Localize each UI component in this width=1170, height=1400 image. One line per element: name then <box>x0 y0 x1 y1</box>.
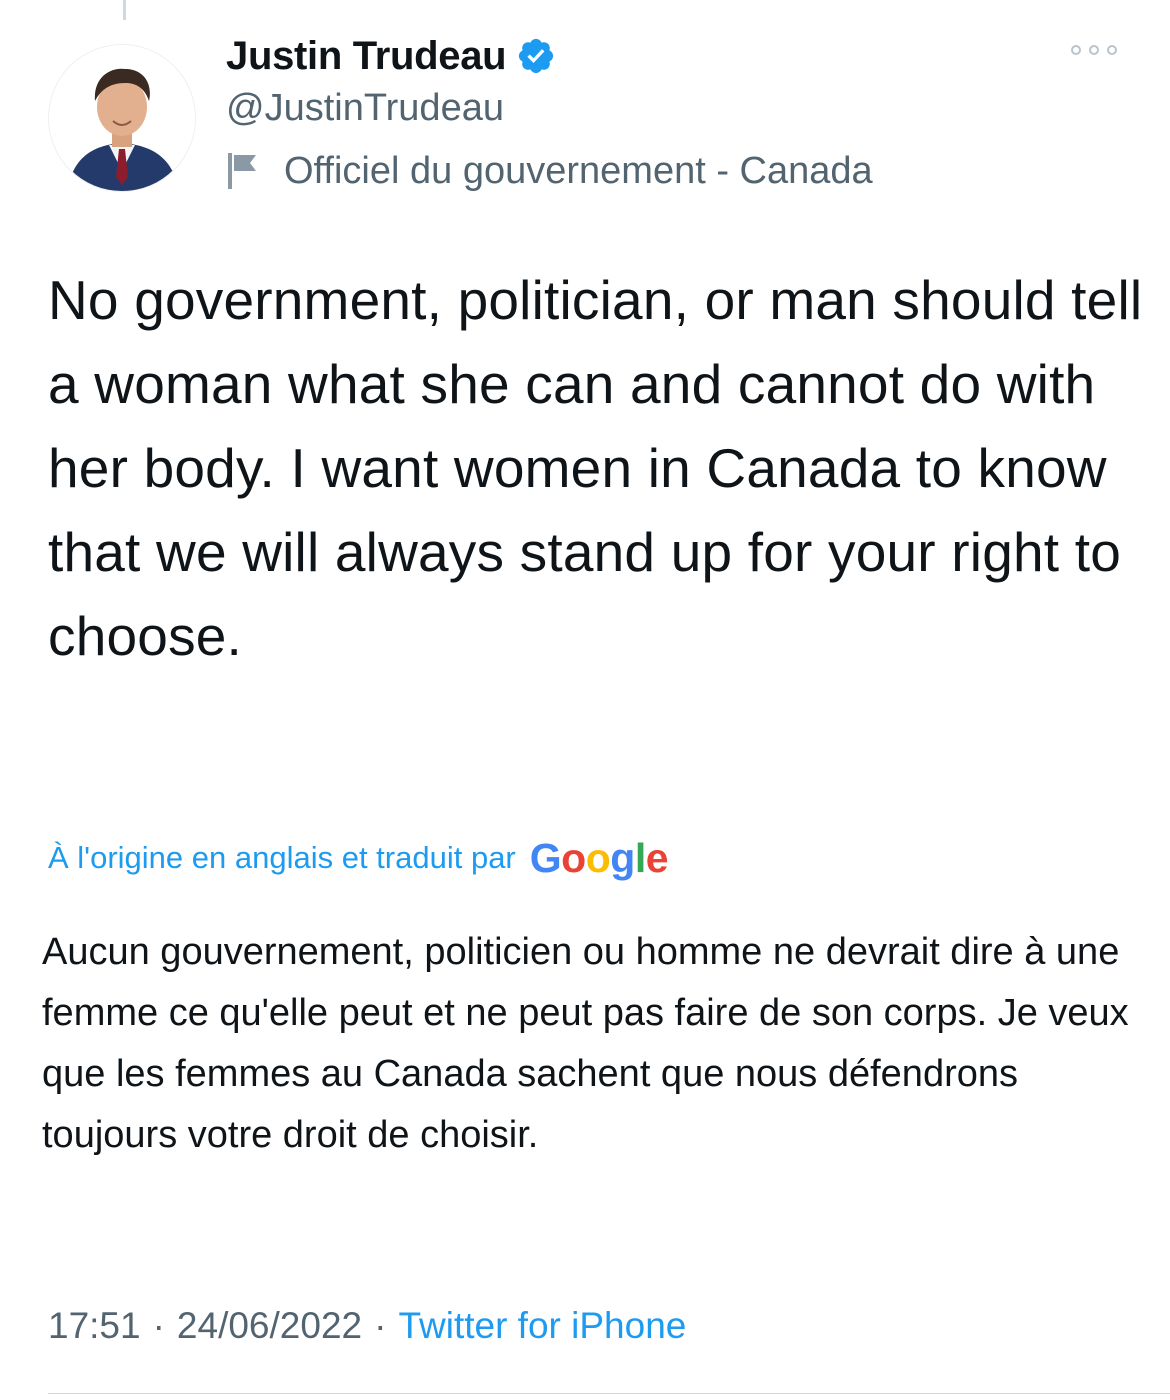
translated-tweet-text: Aucun gouvernement, politicien ou homme … <box>42 931 1129 1156</box>
translation-label[interactable]: À l'origine en anglais et traduit par <box>48 840 516 876</box>
tweet-time[interactable]: 17:51 <box>48 1305 141 1347</box>
separator-dot: · <box>152 1305 165 1346</box>
more-options-icon[interactable] <box>1068 40 1120 60</box>
translation-attribution[interactable]: À l'origine en anglais et traduit par Go… <box>48 828 669 888</box>
avatar[interactable] <box>48 44 196 192</box>
author-handle[interactable]: @JustinTrudeau <box>226 84 504 132</box>
separator-dot: · <box>374 1305 387 1346</box>
divider <box>48 1393 1170 1394</box>
verified-badge-icon <box>519 38 554 74</box>
government-account-label: Officiel du gouvernement - Canada <box>284 149 873 192</box>
author-display-name[interactable]: Justin Trudeau <box>226 34 507 79</box>
author-name-row: Justin Trudeau <box>226 28 556 84</box>
avatar-portrait <box>49 45 195 191</box>
government-label-row: Officiel du gouvernement - Canada <box>226 146 873 196</box>
tweet-source-link[interactable]: Twitter for iPhone <box>398 1305 686 1347</box>
tweet-text: No government, politician, or man should… <box>48 269 1143 667</box>
thread-connector-line <box>123 0 126 20</box>
tweet-date[interactable]: 24/06/2022 <box>177 1305 362 1347</box>
google-logo: Google <box>529 834 669 881</box>
flag-icon <box>228 153 256 189</box>
tweet-metadata: 17:51 · 24/06/2022 · Twitter for iPhone <box>48 1300 686 1352</box>
